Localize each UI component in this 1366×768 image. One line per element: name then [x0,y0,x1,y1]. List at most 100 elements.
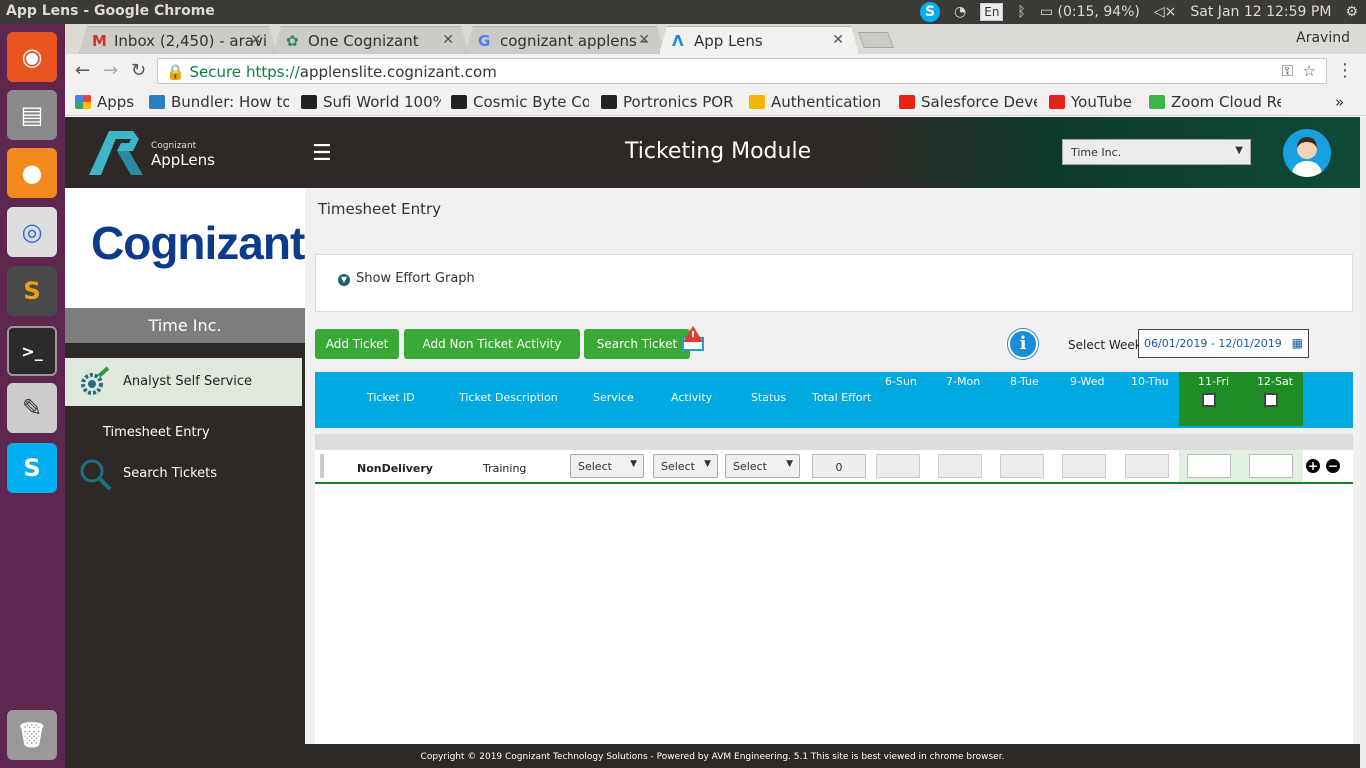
bookmarks-overflow-icon[interactable]: » [1335,93,1344,111]
tab-one-cognizant[interactable]: ✿ One Cognizant ✕ [273,26,469,54]
skype-icon[interactable]: S [7,443,57,493]
page-scrollbar[interactable] [1360,117,1366,768]
bookmark-zoom[interactable]: Zoom Cloud Rec [1149,93,1281,111]
close-icon[interactable]: ✕ [442,32,454,48]
browser-menu-icon[interactable]: ⋮ [1336,60,1354,81]
new-tab-button[interactable] [858,32,894,48]
chrome-icon[interactable]: ◎ [7,207,57,257]
volume-icon[interactable]: ◁× [1154,4,1177,20]
effort-input-fri[interactable] [1187,454,1231,478]
files-icon[interactable]: ▤ [7,90,57,140]
search-ticket-button[interactable]: Search Ticket [584,329,690,359]
key-icon[interactable]: ⚿ [1282,62,1293,80]
col-activity: Activity [671,391,713,404]
service-select-value: Select [578,460,612,473]
effort-input-sat[interactable] [1249,454,1293,478]
sidebar-item-search-tickets[interactable]: Search Tickets [123,466,217,481]
sidebar-item-label: Analyst Self Service [123,374,253,389]
close-icon[interactable]: ✕ [638,32,650,48]
back-arrow-icon[interactable]: ← [75,60,90,81]
col-day-thu: 10-Thu [1131,375,1169,388]
close-icon[interactable]: ✕ [832,32,844,48]
hamburger-menu-icon[interactable]: ☰ [312,141,332,166]
skype-tray-icon[interactable]: S [920,2,941,22]
trash-icon[interactable]: 🗑 [7,710,57,760]
effort-input-thu[interactable] [1125,454,1169,478]
brand-box: Cognizant [65,188,305,308]
bookmark-sufi-world[interactable]: Sufi World 100% [301,93,441,111]
bookmark-bundler[interactable]: Bundler: How to [149,93,289,111]
bookmark-star-icon[interactable]: ☆ [1303,62,1316,80]
effort-input-mon[interactable] [938,454,982,478]
sublime-text-icon[interactable]: S [7,266,57,316]
firefox-icon[interactable]: ● [7,148,57,198]
logo-product: AppLens [151,151,215,169]
url-text: https://applenslite.cognizant.com [246,63,497,81]
fri-select-checkbox[interactable] [1202,393,1216,407]
dropdown-caret-icon: ▼ [630,459,637,469]
module-title: Ticketing Module [625,139,812,164]
col-day-wed: 9-Wed [1070,375,1105,388]
terminal-icon[interactable]: >_ [7,326,57,376]
amazon-icon [301,95,317,109]
ticket-id-cell[interactable]: NonDelivery [357,462,433,475]
activity-select[interactable]: Select ▼ [653,454,718,478]
col-day-tue: 8-Tue [1010,375,1039,388]
profile-name[interactable]: Aravind [1296,30,1350,46]
bookmark-youtube[interactable]: YouTube [1049,93,1149,111]
add-non-ticket-activity-button[interactable]: Add Non Ticket Activity [404,329,580,359]
reload-icon[interactable]: ↻ [131,60,146,81]
ubuntu-dash-icon[interactable]: ◉ [7,32,57,82]
add-ticket-button[interactable]: Add Ticket [315,329,399,359]
keyboard-language[interactable]: En [980,3,1004,21]
service-select[interactable]: Select ▼ [570,454,644,478]
close-icon[interactable]: ✕ [250,32,262,48]
battery-indicator[interactable]: ▭ (0:15, 94%) [1040,4,1140,20]
effort-input-wed[interactable] [1062,454,1106,478]
sat-select-checkbox[interactable] [1264,393,1278,407]
add-row-icon[interactable]: + [1306,459,1320,473]
secure-indicator[interactable]: 🔒 Secure [166,63,241,81]
applens-icon: Λ [672,32,684,50]
col-total-effort: Total Effort [812,391,872,404]
tab-label: One Cognizant [308,32,419,50]
url-host: applenslite.cognizant.com [299,63,497,81]
week-picker-input[interactable]: 06/01/2019 - 12/01/2019 ▦ [1138,329,1309,358]
bookmark-cosmic-byte[interactable]: Cosmic Byte Co [451,93,589,111]
warning-puzzle-icon[interactable] [679,326,709,356]
client-select[interactable]: Time Inc. ▼ [1062,139,1251,165]
forward-arrow-icon[interactable]: → [103,60,118,81]
bluetooth-icon[interactable]: ᛒ [1017,4,1025,20]
timesheet-grid-header: Ticket ID Ticket Description Service Act… [315,372,1353,428]
tab-inbox[interactable]: M Inbox (2,450) - aravi ✕ [79,26,277,54]
status-select[interactable]: Select ▼ [725,454,800,478]
bookmark-apps[interactable]: Apps [75,93,134,111]
effort-input-sun[interactable] [876,454,920,478]
row-drag-handle[interactable] [320,454,324,478]
wifi-icon[interactable]: ◔ [954,4,966,20]
tab-google-search[interactable]: Gcognizant applens - ✕ [465,26,665,54]
dropdown-caret-icon: ▼ [1235,145,1243,156]
info-icon[interactable]: i [1008,329,1038,359]
tab-app-lens[interactable]: Λ App Lens ✕ [659,26,859,54]
secure-label: Secure [189,63,242,81]
bookmark-salesforce[interactable]: Salesforce Deve [899,93,1037,111]
sidebar-item-timesheet-entry[interactable]: Timesheet Entry [103,425,210,440]
activity-select-value: Select [661,460,695,473]
address-bar[interactable]: 🔒 Secure https://applenslite.cognizant.c… [157,58,1327,84]
settings-gear-icon[interactable]: ⚙ [1345,4,1358,20]
bookmark-authentication[interactable]: Authentication [749,93,885,111]
clock[interactable]: Sat Jan 12 12:59 PM [1190,4,1331,20]
user-avatar[interactable] [1283,129,1331,177]
chevron-down-icon: ▼ [338,274,350,286]
bookmark-portronics[interactable]: Portronics POR [601,93,737,111]
text-editor-icon[interactable]: ✎ [7,383,57,433]
effort-input-tue[interactable] [1000,454,1044,478]
remove-row-icon[interactable]: − [1326,459,1340,473]
user-avatar-icon [1291,137,1323,177]
show-effort-graph-toggle[interactable]: ▼ Show Effort Graph [338,271,475,286]
calendar-icon[interactable]: ▦ [1292,336,1303,350]
amazon-icon [601,95,617,109]
sidebar-item-analyst-self-service[interactable]: Analyst Self Service [65,358,302,406]
bookmark-label: Bundler: How to [171,93,289,111]
